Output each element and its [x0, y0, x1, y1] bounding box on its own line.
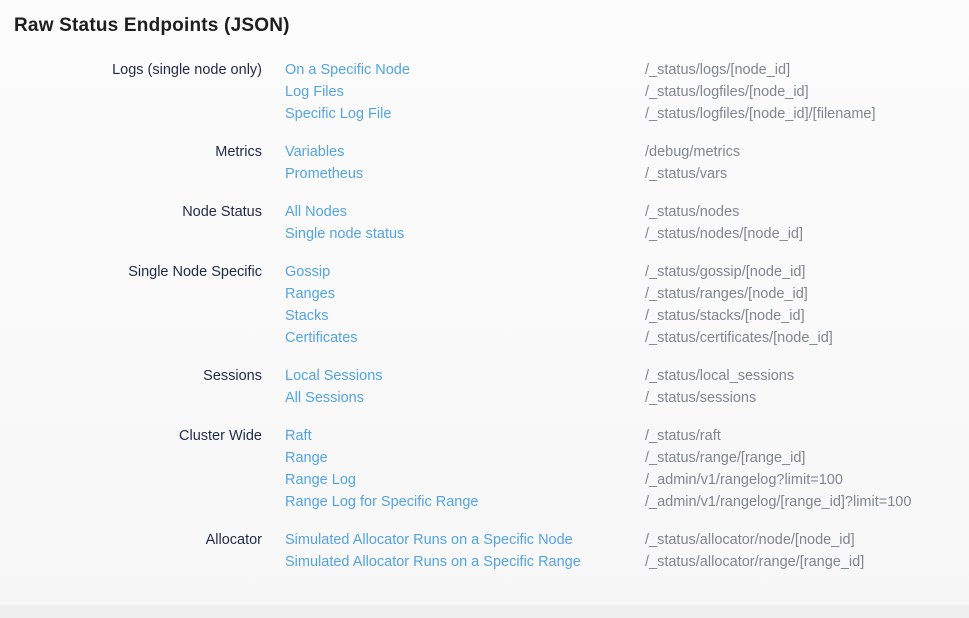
- links-column: RaftRangeRange LogRange Log for Specific…: [285, 425, 622, 513]
- endpoint-link[interactable]: Simulated Allocator Runs on a Specific N…: [285, 529, 573, 551]
- endpoint-path: /_status/gossip/[node_id]: [645, 261, 805, 283]
- category-label: Node Status: [0, 201, 262, 245]
- footer-bar: [0, 605, 969, 618]
- links-column: Simulated Allocator Runs on a Specific N…: [285, 529, 622, 573]
- endpoint-link[interactable]: Specific Log File: [285, 103, 391, 125]
- endpoint-link[interactable]: Log Files: [285, 81, 344, 103]
- endpoint-path: /_admin/v1/rangelog?limit=100: [645, 469, 843, 491]
- endpoint-path: /_status/local_sessions: [645, 365, 794, 387]
- endpoint-sections: Logs (single node only) On a Specific No…: [0, 59, 969, 573]
- category-label: Metrics: [0, 141, 262, 185]
- endpoint-section-row: Single Node Specific GossipRangesStacksC…: [0, 261, 969, 349]
- category-label: Cluster Wide: [0, 425, 262, 513]
- endpoint-link[interactable]: Range Log for Specific Range: [285, 491, 478, 513]
- endpoint-path: /_status/range/[range_id]: [645, 447, 805, 469]
- links-column: VariablesPrometheus: [285, 141, 622, 185]
- paths-column: /_status/logs/[node_id]/_status/logfiles…: [645, 59, 876, 125]
- page-title: Raw Status Endpoints (JSON): [14, 15, 969, 37]
- endpoint-link[interactable]: Simulated Allocator Runs on a Specific R…: [285, 551, 581, 573]
- endpoint-section-row: Sessions Local SessionsAll Sessions /_st…: [0, 365, 969, 409]
- endpoint-link[interactable]: All Sessions: [285, 387, 364, 409]
- paths-column: /_status/nodes/_status/nodes/[node_id]: [645, 201, 803, 245]
- paths-column: /_status/gossip/[node_id]/_status/ranges…: [645, 261, 833, 349]
- paths-column: /_status/local_sessions/_status/sessions: [645, 365, 794, 409]
- endpoint-link[interactable]: Certificates: [285, 327, 358, 349]
- endpoint-link[interactable]: Range Log: [285, 469, 356, 491]
- paths-column: /debug/metrics/_status/vars: [645, 141, 740, 185]
- endpoint-section-row: Cluster Wide RaftRangeRange LogRange Log…: [0, 425, 969, 513]
- endpoint-link[interactable]: Variables: [285, 141, 344, 163]
- endpoint-link[interactable]: Gossip: [285, 261, 330, 283]
- endpoint-path: /_status/allocator/range/[range_id]: [645, 551, 864, 573]
- endpoint-link[interactable]: Single node status: [285, 223, 404, 245]
- endpoint-path: /_status/logs/[node_id]: [645, 59, 790, 81]
- endpoint-path: /_status/logfiles/[node_id]/[filename]: [645, 103, 876, 125]
- endpoint-link[interactable]: Local Sessions: [285, 365, 383, 387]
- links-column: On a Specific NodeLog FilesSpecific Log …: [285, 59, 622, 125]
- endpoint-path: /_status/raft: [645, 425, 721, 447]
- endpoint-path: /_status/allocator/node/[node_id]: [645, 529, 855, 551]
- links-column: GossipRangesStacksCertificates: [285, 261, 622, 349]
- paths-column: /_status/raft/_status/range/[range_id]/_…: [645, 425, 911, 513]
- endpoint-path: /_status/vars: [645, 163, 727, 185]
- endpoint-path: /_status/ranges/[node_id]: [645, 283, 808, 305]
- endpoint-link[interactable]: Range: [285, 447, 328, 469]
- category-label: Logs (single node only): [0, 59, 262, 125]
- endpoint-link[interactable]: All Nodes: [285, 201, 347, 223]
- links-column: Local SessionsAll Sessions: [285, 365, 622, 409]
- endpoint-path: /_status/certificates/[node_id]: [645, 327, 833, 349]
- endpoint-path: /_status/nodes/[node_id]: [645, 223, 803, 245]
- endpoint-section-row: Metrics VariablesPrometheus /debug/metri…: [0, 141, 969, 185]
- endpoint-link[interactable]: On a Specific Node: [285, 59, 410, 81]
- category-label: Allocator: [0, 529, 262, 573]
- endpoint-path: /_status/nodes: [645, 201, 739, 223]
- paths-column: /_status/allocator/node/[node_id]/_statu…: [645, 529, 864, 573]
- endpoint-path: /debug/metrics: [645, 141, 740, 163]
- endpoint-section-row: Allocator Simulated Allocator Runs on a …: [0, 529, 969, 573]
- endpoint-path: /_status/stacks/[node_id]: [645, 305, 805, 327]
- endpoint-path: /_admin/v1/rangelog/[range_id]?limit=100: [645, 491, 911, 513]
- endpoint-link[interactable]: Ranges: [285, 283, 335, 305]
- links-column: All NodesSingle node status: [285, 201, 622, 245]
- endpoint-section-row: Node Status All NodesSingle node status …: [0, 201, 969, 245]
- category-label: Single Node Specific: [0, 261, 262, 349]
- endpoint-link[interactable]: Raft: [285, 425, 312, 447]
- endpoint-link[interactable]: Prometheus: [285, 163, 363, 185]
- category-label: Sessions: [0, 365, 262, 409]
- endpoint-link[interactable]: Stacks: [285, 305, 329, 327]
- endpoint-path: /_status/logfiles/[node_id]: [645, 81, 809, 103]
- endpoint-section-row: Logs (single node only) On a Specific No…: [0, 59, 969, 125]
- endpoint-path: /_status/sessions: [645, 387, 756, 409]
